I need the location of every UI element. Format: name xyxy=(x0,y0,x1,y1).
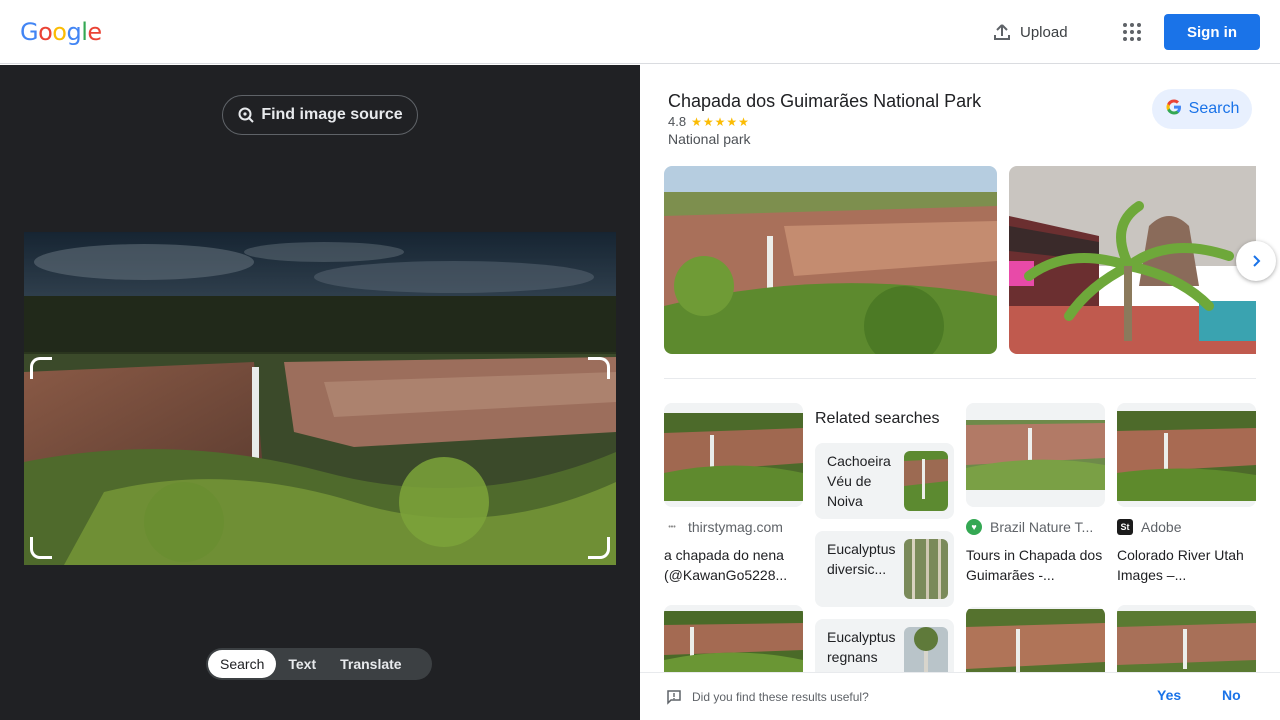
knowledge-panel-title[interactable]: Chapada dos Guimarães National Park xyxy=(668,91,981,112)
result-card[interactable]: St Adobe Colorado River Utah Images –... xyxy=(1117,403,1256,585)
feedback-yes-button[interactable]: Yes xyxy=(1157,687,1181,703)
rating-stars-icon: ★★★★★ xyxy=(691,114,750,129)
result-title[interactable]: a chapada do nena (@KawanGo5228... xyxy=(664,545,803,585)
logo-letter: g xyxy=(66,18,82,46)
crop-handle-top-right[interactable] xyxy=(588,357,610,379)
tab-translate[interactable]: Translate xyxy=(328,650,413,678)
place-type: National park xyxy=(668,131,751,147)
tab-search[interactable]: Search xyxy=(208,650,277,678)
result-source: Brazil Nature T... xyxy=(990,519,1094,535)
chevron-right-icon xyxy=(1253,255,1261,267)
result-title[interactable]: Tours in Chapada dos Guimarães -... xyxy=(966,545,1105,585)
related-search-chip[interactable]: Eucalyptus diversic... xyxy=(815,531,954,607)
brazil-nature-favicon-icon: ♥ xyxy=(966,519,982,535)
logo-letter: o xyxy=(38,18,53,46)
upload-icon xyxy=(994,24,1010,40)
result-source: thirstymag.com xyxy=(688,519,783,535)
result-thumbnail[interactable] xyxy=(1117,403,1256,507)
section-divider xyxy=(664,378,1256,379)
result-card[interactable]: ♥ Brazil Nature T... Tours in Chapada dos… xyxy=(966,403,1105,585)
feedback-no-button[interactable]: No xyxy=(1222,687,1241,703)
thirstymag-favicon-icon: ••• xyxy=(668,523,676,531)
results-panel: Chapada dos Guimarães National Park 4.8 … xyxy=(640,65,1280,720)
result-thumbnail[interactable] xyxy=(966,403,1105,507)
next-image-button[interactable] xyxy=(1236,241,1276,281)
related-searches-heading: Related searches xyxy=(815,410,940,427)
crop-selection[interactable] xyxy=(30,357,610,559)
result-title[interactable]: Colorado River Utah Images –... xyxy=(1117,545,1256,585)
rating-row: 4.8 ★★★★★ xyxy=(668,114,750,129)
google-search-label: Search xyxy=(1188,100,1240,117)
find-image-source-button[interactable]: Find image source xyxy=(222,95,418,135)
park-image-1[interactable] xyxy=(664,166,997,354)
upload-label: Upload xyxy=(1020,23,1068,41)
adobe-stock-favicon-icon: St xyxy=(1117,519,1133,535)
related-search-thumbnail xyxy=(904,539,948,599)
logo-letter: o xyxy=(52,18,67,46)
result-card[interactable]: ••• thirstymag.com a chapada do nena (@Ka… xyxy=(664,403,803,585)
related-search-thumbnail xyxy=(904,451,948,511)
feedback-question: Did you find these results useful? xyxy=(692,689,869,704)
related-search-label: Eucalyptus diversic... xyxy=(827,541,896,577)
google-search-button[interactable]: Search xyxy=(1152,89,1252,129)
google-g-icon xyxy=(1165,98,1183,121)
crop-handle-bottom-left[interactable] xyxy=(30,537,52,559)
google-logo[interactable]: Google xyxy=(20,18,102,46)
crop-handle-top-left[interactable] xyxy=(30,357,52,379)
result-thumbnail[interactable] xyxy=(664,403,803,507)
tab-text[interactable]: Text xyxy=(276,650,328,678)
lens-mode-tabs: Search Text Translate xyxy=(206,648,432,680)
lens-panel: Find image source Search Text Translate xyxy=(0,65,640,720)
upload-button[interactable]: Upload xyxy=(992,20,1068,44)
apps-grid-icon[interactable] xyxy=(1120,20,1144,44)
park-image-2[interactable] xyxy=(1009,166,1256,354)
lens-search-icon xyxy=(238,107,255,123)
related-search-label: Cachoeira Véu de Noiva xyxy=(827,453,891,509)
crop-handle-bottom-right[interactable] xyxy=(588,537,610,559)
top-bar: Google Upload Sign in xyxy=(0,0,1280,64)
logo-letter: G xyxy=(20,18,39,46)
find-image-source-label: Find image source xyxy=(261,106,403,123)
feedback-icon xyxy=(667,689,681,705)
related-search-chip[interactable]: Cachoeira Véu de Noiva xyxy=(815,443,954,519)
rating-value: 4.8 xyxy=(668,114,687,129)
result-source: Adobe xyxy=(1141,519,1182,535)
sign-in-button[interactable]: Sign in xyxy=(1164,14,1260,50)
feedback-bar: Did you find these results useful? Yes N… xyxy=(640,672,1280,720)
logo-letter: e xyxy=(87,18,102,46)
